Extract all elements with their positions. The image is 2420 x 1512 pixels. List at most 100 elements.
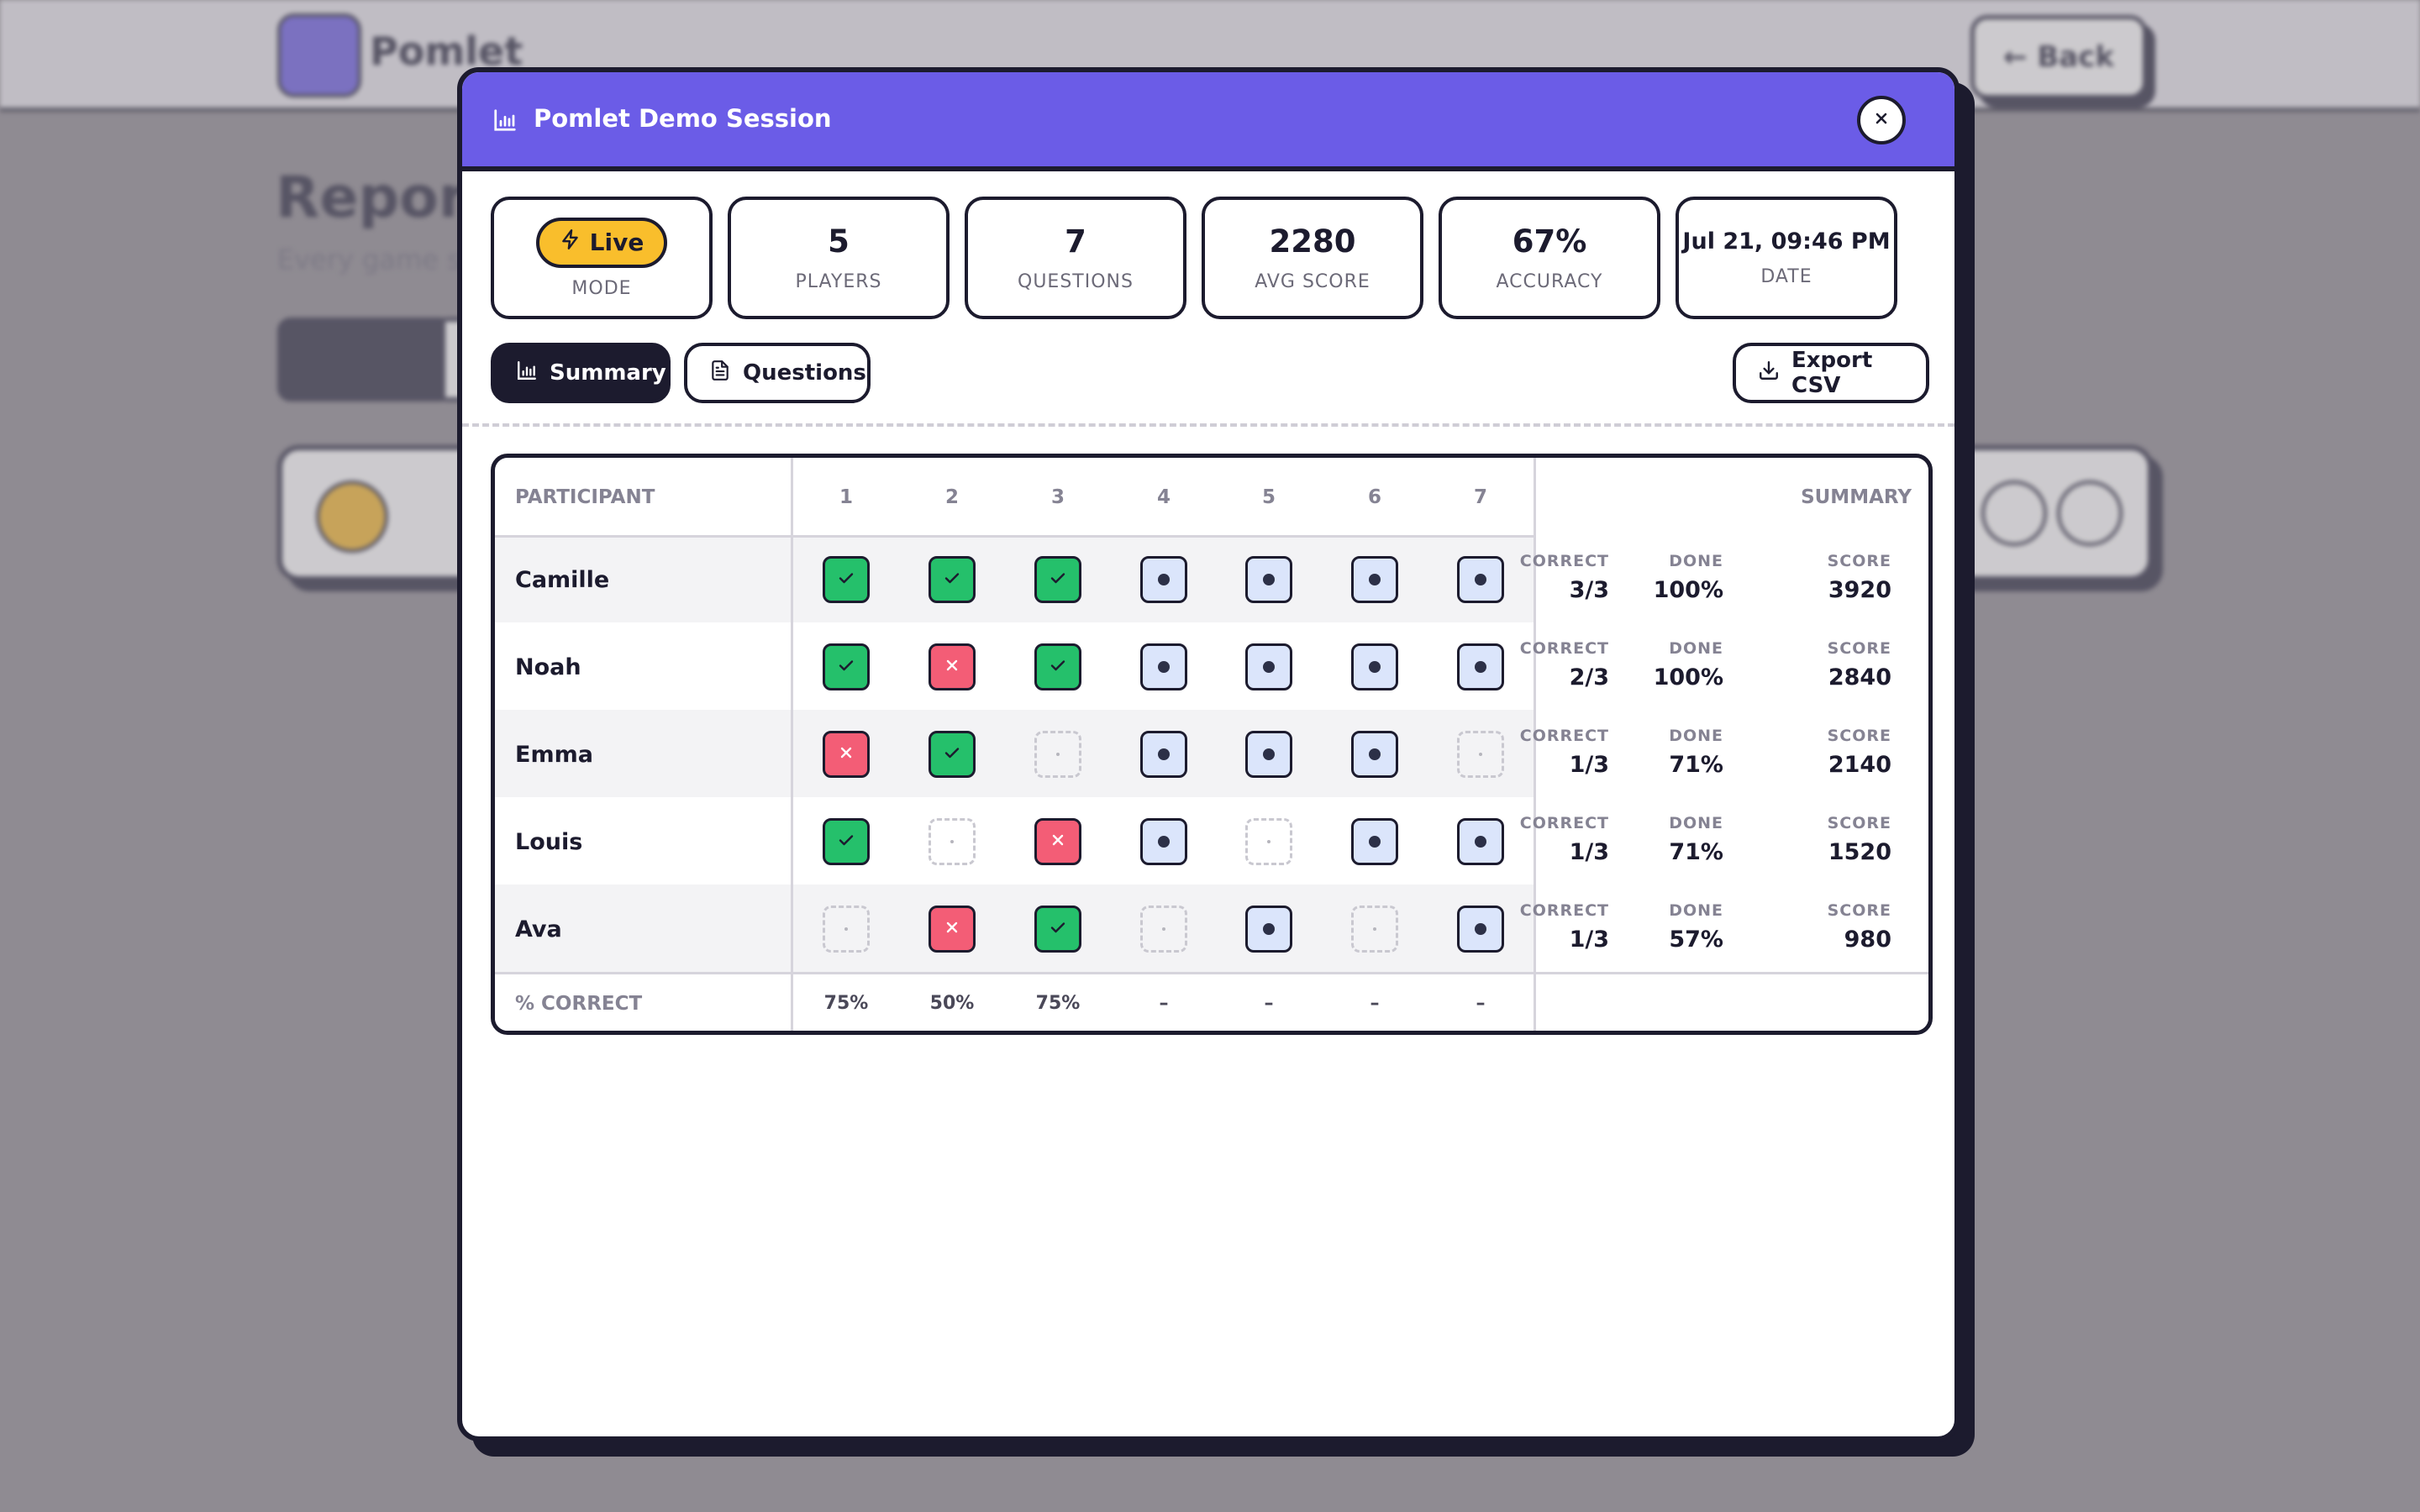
question-header[interactable]: 1 [821,486,871,508]
summary-correct-label: CORRECT [1519,727,1609,745]
question-header[interactable]: 2 [927,486,977,508]
question-header[interactable]: 5 [1244,486,1294,508]
answer-cell-pending[interactable] [1351,731,1398,778]
answer-cell-empty[interactable] [1034,731,1081,778]
answer-cell-pending[interactable] [1245,906,1292,953]
answer-cell-pending[interactable] [1140,731,1187,778]
divider [462,423,1954,427]
questions-value: 7 [1065,223,1086,260]
export-csv-label: Export CSV [1791,348,1873,398]
arrow-icon [1981,480,2047,546]
cross-icon [1050,832,1066,852]
answer-cell-correct[interactable] [929,731,976,778]
answer-cell-wrong[interactable] [1034,818,1081,865]
empty-dot-icon [950,840,954,843]
summary-correct: CORRECT 1/3 [1520,727,1609,778]
summary-score-value: 3920 [1828,577,1891,603]
answer-cell-correct[interactable] [823,643,870,690]
summary-done-label: DONE [1669,639,1723,658]
summary-done-value: 100% [1653,577,1723,603]
answer-cell-correct[interactable] [1034,556,1081,603]
summary-correct-label: CORRECT [1519,639,1609,658]
answer-cell-empty[interactable] [1457,731,1504,778]
table-row: Emma CORRECT 1/3 DONE 71% SCORE 2140 [495,710,1928,797]
participant-name: Ava [515,916,562,942]
table-row: Noah CORRECT 2/3 DONE 100% SCORE 2840 [495,622,1928,710]
date-value: Jul 21, 09:46 PM [1682,228,1891,255]
percent-correct-value: – [1159,993,1169,1014]
summary-correct-value: 1/3 [1569,752,1609,778]
answer-cell-pending[interactable] [1457,643,1504,690]
summary-correct: CORRECT 3/3 [1520,552,1609,603]
answer-cell-pending[interactable] [1351,818,1398,865]
percent-correct-value: 50% [929,993,975,1014]
summary-done: DONE 71% [1669,727,1723,778]
empty-dot-icon [1267,840,1270,843]
question-header[interactable]: 3 [1033,486,1083,508]
summary-correct-value: 3/3 [1569,577,1609,603]
table-row: Ava CORRECT 1/3 DONE 57% SCORE 980 [495,885,1928,972]
answer-cell-empty[interactable] [1245,818,1292,865]
question-header[interactable]: 4 [1139,486,1189,508]
players-label: PLAYERS [795,271,882,292]
answer-cell-wrong[interactable] [823,731,870,778]
answer-cell-correct[interactable] [929,556,976,603]
answer-cell-empty[interactable] [1140,906,1187,953]
summary-score-label: SCORE [1827,552,1891,570]
bar-chart-icon [492,108,518,136]
answer-cell-pending[interactable] [1351,556,1398,603]
empty-dot-icon [1373,927,1376,931]
check-icon [942,568,962,591]
question-header[interactable]: 6 [1349,486,1400,508]
tab-questions[interactable]: Questions [684,343,871,403]
tab-summary[interactable]: Summary [491,343,671,403]
summary-header: SUMMARY [1801,486,1912,508]
percent-correct-label: % CORRECT [515,993,643,1015]
empty-dot-icon [1162,927,1165,931]
cross-icon [944,657,960,677]
answer-cell-pending[interactable] [1351,643,1398,690]
answer-cell-correct[interactable] [1034,906,1081,953]
pending-dot-icon [1263,748,1275,760]
answer-cell-pending[interactable] [1140,643,1187,690]
date-stat: Jul 21, 09:46 PM DATE [1676,197,1897,319]
answer-cell-pending[interactable] [1140,818,1187,865]
answer-cell-empty[interactable] [823,906,870,953]
answer-cell-empty[interactable] [929,818,976,865]
summary-score-value: 980 [1844,927,1891,953]
summary-score: SCORE 3920 [1828,552,1891,603]
table-footer: % CORRECT 75% 50% 75% – – – – [495,972,1928,1031]
summary-score-value: 2840 [1828,664,1891,690]
avg-score-value: 2280 [1269,223,1356,260]
answer-cell-pending[interactable] [1245,556,1292,603]
participant-name: Emma [515,742,593,768]
answer-cell-correct[interactable] [1034,643,1081,690]
results-table: PARTICIPANT 1 2 3 4 5 6 7 SUMMARY Camill… [491,454,1933,1035]
answer-cell-wrong[interactable] [929,906,976,953]
answer-cell-correct[interactable] [823,556,870,603]
back-button: ← Back [1970,15,2147,99]
answer-cell-wrong[interactable] [929,643,976,690]
answer-cell-pending[interactable] [1140,556,1187,603]
check-icon [836,830,856,853]
mode-value: Live [589,228,644,256]
answer-cell-pending[interactable] [1457,906,1504,953]
close-button[interactable] [1857,96,1906,144]
pending-dot-icon [1475,574,1486,585]
answer-cell-pending[interactable] [1457,556,1504,603]
answer-cell-pending[interactable] [1457,818,1504,865]
summary-correct-value: 2/3 [1569,664,1609,690]
summary-done-value: 57% [1669,927,1723,953]
answer-cell-correct[interactable] [823,818,870,865]
export-csv-button[interactable]: Export CSV [1733,343,1929,403]
answer-cell-empty[interactable] [1351,906,1398,953]
pending-dot-icon [1158,748,1170,760]
pending-dot-icon [1158,836,1170,848]
answer-cell-pending[interactable] [1245,731,1292,778]
pending-dot-icon [1475,836,1486,848]
report-modal: Pomlet Demo Session Live MODE 5 PLAYERS … [457,67,1960,1441]
summary-done: DONE 71% [1669,814,1723,865]
answer-cell-pending[interactable] [1245,643,1292,690]
question-header[interactable]: 7 [1455,486,1506,508]
pending-dot-icon [1369,574,1381,585]
